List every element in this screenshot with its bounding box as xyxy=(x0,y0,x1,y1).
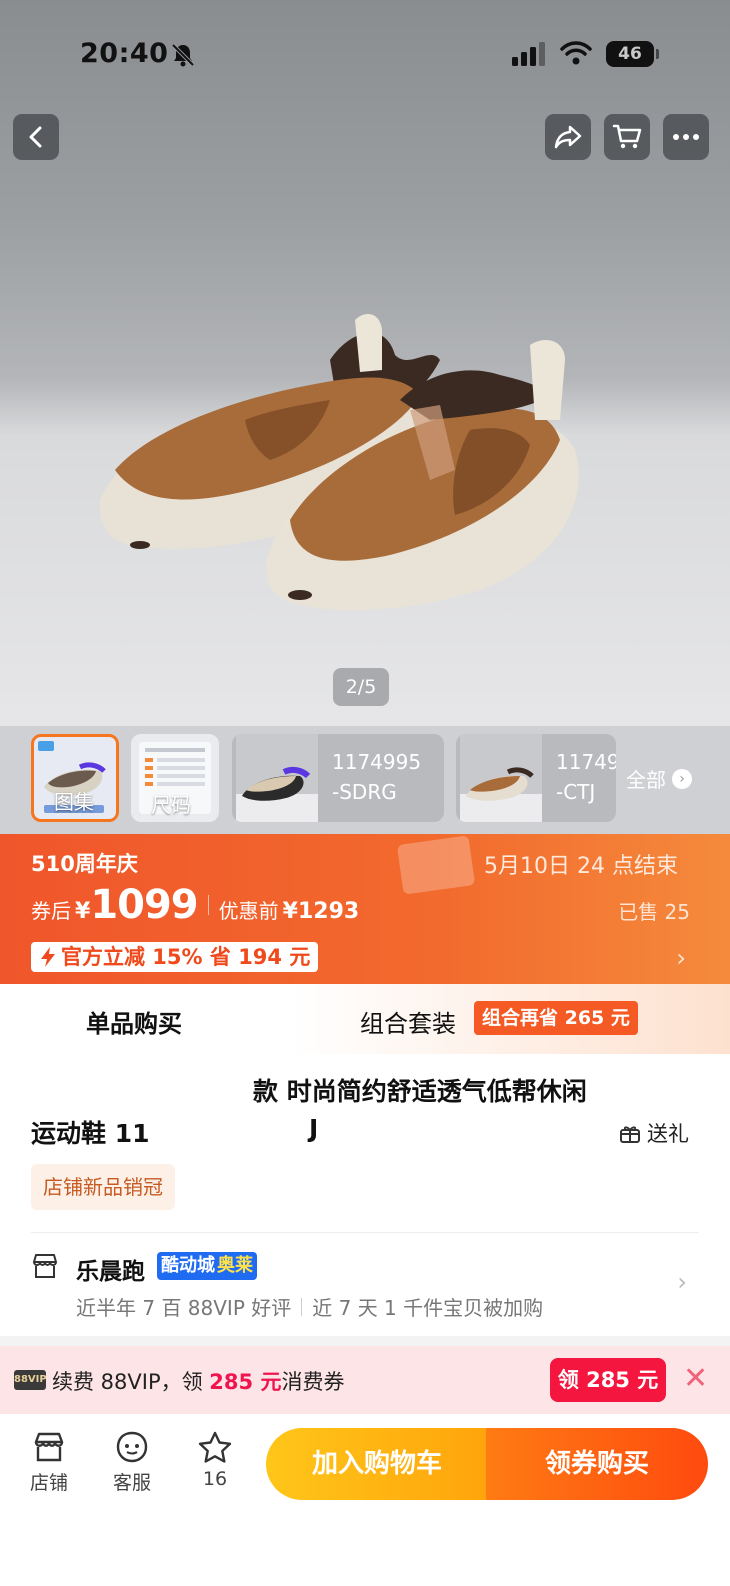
promo-banner[interactable]: 510周年庆 5月10日 24 点结束 券后 ¥ 1099 优惠前 ¥1293 … xyxy=(0,834,730,984)
shop-tag-a: 酷动城 xyxy=(161,1255,215,1276)
shop-stat-carts: 近 7 天 1 千件宝贝被加购 xyxy=(312,1296,544,1320)
vip-logo: 88VIP xyxy=(14,1370,47,1390)
view-all-label: 全部 xyxy=(626,768,666,792)
lightning-icon xyxy=(41,947,55,967)
after-coupon-price: 1099 xyxy=(90,882,198,928)
price-divider xyxy=(207,895,209,915)
store-icon xyxy=(34,1432,64,1462)
vip-offer-text: 续费 88VIP，领 285 元消费券 xyxy=(52,1366,344,1396)
promo-event-title: 510周年庆 xyxy=(31,852,138,876)
shop-channel-tag: 酷动城 奥莱 xyxy=(157,1252,257,1280)
vip-claim-button[interactable]: 领 285 元 xyxy=(550,1358,666,1402)
nav-favorite[interactable]: 16 xyxy=(180,1430,250,1490)
coupon-buy-button[interactable]: 领券购买 xyxy=(486,1428,708,1500)
thumbnail-label: 图集 xyxy=(54,790,94,814)
cart-button[interactable] xyxy=(604,114,650,160)
purchase-tabs: 单品购买 组合套装 组合再省 265 元 xyxy=(0,984,730,1054)
variant-shoe-image xyxy=(460,734,542,822)
gallery-page-indicator: 2/5 xyxy=(333,668,389,706)
currency-symbol: ¥ xyxy=(75,899,91,924)
chevron-left-icon xyxy=(29,126,42,148)
variant-code-line2: -SDRG xyxy=(332,780,397,804)
variant-code-line1: 11749 xyxy=(556,750,616,774)
price-row: 券后 ¥ 1099 优惠前 ¥1293 xyxy=(31,882,359,928)
send-gift-label: 送礼 xyxy=(647,1122,689,1146)
product-gallery[interactable]: 20:40 46 2/5 xyxy=(0,0,730,726)
product-title-line2: 运动鞋 11 xyxy=(31,1119,150,1148)
share-button[interactable] xyxy=(545,114,591,160)
shop-name: 乐晨跑 xyxy=(76,1259,145,1285)
product-image xyxy=(99,314,579,611)
section-gap xyxy=(0,1336,730,1346)
favorite-count: 16 xyxy=(202,1468,228,1490)
store-icon xyxy=(33,1254,57,1278)
product-title-line1: 款 时尚简约舒适透气低帮休闲 xyxy=(253,1077,587,1106)
add-to-cart-button[interactable]: 加入购物车 xyxy=(266,1428,488,1500)
official-discount-tag: 官方立减 15% 省 194 元 xyxy=(31,942,319,972)
nav-shop[interactable]: 店铺 xyxy=(14,1430,84,1495)
nav-service-label: 客服 xyxy=(112,1472,151,1494)
sold-count: 已售 25 xyxy=(618,900,690,924)
divider xyxy=(31,1232,699,1233)
shop-tag-b: 奥莱 xyxy=(217,1255,253,1276)
chat-face-icon xyxy=(116,1431,148,1463)
battery-tip xyxy=(656,49,659,59)
thumbnail-label: 尺码 xyxy=(151,793,191,817)
status-bar: 20:40 46 xyxy=(0,30,730,78)
shop-bestseller-badge[interactable]: 店铺新品销冠 xyxy=(31,1164,175,1210)
product-title-line2-end: J xyxy=(309,1114,319,1143)
tab-bundle[interactable]: 组合套装 xyxy=(360,1004,456,1039)
view-all-link[interactable]: 全部 › xyxy=(626,764,692,793)
more-button[interactable] xyxy=(663,114,709,160)
wifi-icon xyxy=(560,41,592,65)
tab-single-purchase[interactable]: 单品购买 xyxy=(86,1004,182,1039)
promo-end-time: 5月10日 24 点结束 xyxy=(484,854,678,879)
vip-text-suffix: 消费券 xyxy=(281,1370,345,1394)
shop-info-row[interactable]: 乐晨跑 酷动城 奥莱 近半年 7 百 88VIP 好评 近 7 天 1 千件宝贝… xyxy=(31,1248,699,1328)
before-discount-price: ¥1293 xyxy=(282,899,360,924)
battery-indicator: 46 xyxy=(606,41,654,67)
chevron-right-icon[interactable]: › xyxy=(676,944,686,972)
chevron-right-icon: › xyxy=(672,768,692,789)
variant-code-line1: 1174995 xyxy=(332,750,422,774)
nav-customer-service[interactable]: 客服 xyxy=(97,1430,167,1495)
back-button[interactable] xyxy=(13,114,59,160)
before-discount-label: 优惠前 xyxy=(218,899,279,923)
cart-icon xyxy=(612,124,642,149)
stats-divider xyxy=(301,1297,303,1316)
variant-shoe-image xyxy=(236,734,318,822)
thumbnail-gallery[interactable]: 图集 xyxy=(31,734,119,822)
thumbnail-size-chart[interactable]: 尺码 xyxy=(131,734,219,822)
share-icon xyxy=(554,125,582,149)
close-icon[interactable]: ✕ xyxy=(683,1362,708,1396)
variant-code-line2: -CTJ xyxy=(556,780,596,804)
thumbnail-variant-sdrg[interactable]: 1174995 -SDRG xyxy=(232,734,444,822)
after-coupon-label: 券后 xyxy=(31,899,71,923)
gift-box-icon xyxy=(396,835,476,895)
silent-bell-icon xyxy=(171,43,195,67)
vip-amount: 285 元 xyxy=(209,1370,282,1394)
chevron-right-icon: › xyxy=(677,1268,687,1296)
more-dots-icon xyxy=(673,134,699,140)
star-icon xyxy=(198,1431,232,1463)
vip-text-prefix: 续费 88VIP，领 xyxy=(52,1370,210,1394)
vip-coupon-bar[interactable]: 88VIP 续费 88VIP，领 285 元消费券 领 285 元 ✕ xyxy=(0,1346,730,1414)
nav-shop-label: 店铺 xyxy=(29,1472,68,1494)
shop-stat-reviews: 近半年 7 百 88VIP 好评 xyxy=(76,1296,292,1320)
cellular-signal-icon xyxy=(512,42,545,66)
bottom-action-bar: 店铺 客服 16 加入购物车 领券购买 xyxy=(0,1414,730,1586)
shop-stats: 近半年 7 百 88VIP 好评 近 7 天 1 千件宝贝被加购 xyxy=(76,1292,543,1321)
send-gift-button[interactable]: 送礼 xyxy=(619,1118,689,1148)
official-discount-text: 官方立减 15% 省 194 元 xyxy=(61,945,311,969)
bundle-savings-badge: 组合再省 265 元 xyxy=(474,1001,638,1035)
status-time: 20:40 xyxy=(80,38,169,69)
thumbnail-strip[interactable]: 图集 尺码 1174995 -SDRG 11749 -CTJ 全部 › xyxy=(0,726,730,834)
gift-icon xyxy=(620,1126,640,1143)
thumbnail-variant-ctj[interactable]: 11749 -CTJ xyxy=(456,734,616,822)
